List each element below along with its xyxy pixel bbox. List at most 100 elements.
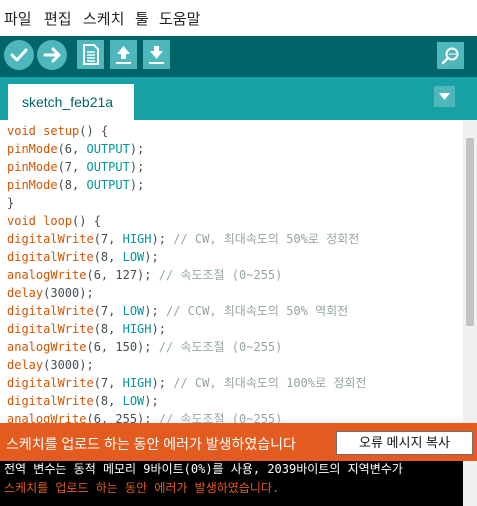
serial-monitor-button[interactable] (437, 42, 464, 69)
code-token: // 속도조절 (0~255) (151, 268, 283, 282)
check-icon (10, 48, 28, 62)
code-token: digitalWrite (7, 394, 94, 408)
code-token: LOW (122, 304, 145, 318)
code-token: ); (144, 250, 159, 264)
console-line-error: 스케치를 업로드 하는 동안 에러가 발생하였습니다. (4, 481, 280, 495)
code-token: OUTPUT (86, 142, 130, 156)
code-line: void setup() { (7, 122, 366, 140)
code-token: (7, (93, 232, 123, 246)
code-token: OUTPUT (86, 160, 130, 174)
status-message: 스케치를 업로드 하는 동안 에러가 발생하였습니다 (6, 436, 296, 452)
code-token: ); (144, 394, 159, 408)
menu-tools[interactable]: 툴 (135, 10, 149, 30)
code-token: ); (129, 142, 145, 156)
code-token: pinMode (7, 142, 58, 156)
tab-menu-button[interactable] (434, 86, 455, 107)
code-token: (6, 255); (86, 412, 152, 423)
code-line: pinMode(7, OUTPUT); (7, 158, 366, 176)
toolbar (0, 36, 477, 77)
code-line: delay(3000); (7, 284, 366, 302)
upload-button[interactable] (37, 40, 67, 70)
console-scrollbar[interactable] (463, 461, 477, 506)
menu-help[interactable]: 도움말 (159, 10, 200, 30)
code-token: setup (43, 124, 80, 138)
code-token: ); (129, 160, 145, 174)
code-token: (6, (57, 142, 87, 156)
magnifier-icon (441, 47, 459, 65)
code-line: digitalWrite(8, LOW); (7, 248, 366, 266)
code-line: pinMode(8, OUTPUT); (7, 176, 366, 194)
new-button[interactable] (77, 40, 104, 69)
console-line-memory: 전역 변수는 동적 메모리 9바이트(0%)를 사용, 2039바이트의 지역변… (4, 462, 403, 476)
code-token: ); (144, 304, 159, 318)
tab-strip: sketch_feb21a (0, 77, 477, 120)
code-token: // 속도조절 (0~255) (151, 412, 283, 423)
code-token: analogWrite (7, 412, 87, 423)
code-editor[interactable]: void setup() {pinMode(6, OUTPUT); pinMode… (0, 120, 477, 423)
code-token: pinMode (7, 160, 58, 174)
code-token: digitalWrite (7, 322, 94, 336)
code-line: } (7, 194, 366, 212)
menu-edit[interactable]: 편집 (44, 10, 72, 30)
code-token: analogWrite (7, 340, 87, 354)
code-token: (7, (93, 304, 123, 318)
code-line: digitalWrite(7, LOW); // CCW, 최대속도의 50% … (7, 302, 366, 320)
editor-scroll-thumb[interactable] (466, 138, 474, 326)
code-token: digitalWrite (7, 304, 94, 318)
save-button[interactable] (143, 40, 170, 69)
code-token: // CW, 최대속도의 100%로 정회전 (165, 376, 367, 390)
new-file-icon (83, 44, 99, 65)
code-line: analogWrite(6, 127); // 속도조절 (0~255) (7, 266, 366, 284)
code-token: (3000); (43, 286, 94, 300)
code-token: HIGH (122, 322, 152, 336)
console-output: 전역 변수는 동적 메모리 9바이트(0%)를 사용, 2039바이트의 지역변… (0, 461, 477, 506)
code-token: HIGH (122, 376, 152, 390)
code-token: void (7, 124, 36, 138)
verify-button[interactable] (4, 40, 34, 70)
open-button[interactable] (110, 40, 137, 69)
arrow-right-icon (43, 47, 61, 63)
triangle-down-icon (439, 93, 450, 100)
code-token: (3000); (43, 358, 94, 372)
code-token: (7, (93, 376, 123, 390)
menu-sketch[interactable]: 스케치 (83, 10, 124, 30)
code-token: digitalWrite (7, 232, 94, 246)
code-token: (8, (57, 178, 87, 192)
save-icon (149, 46, 164, 64)
code-token: (7, (57, 160, 87, 174)
code-token: ); (151, 376, 166, 390)
code-line: analogWrite(6, 150); // 속도조절 (0~255) (7, 338, 366, 356)
code-token: delay (7, 286, 44, 300)
tab-sketch[interactable]: sketch_feb21a (8, 84, 134, 120)
code-token: analogWrite (7, 268, 87, 282)
code-line: digitalWrite(8, HIGH); (7, 320, 366, 338)
code-token: pinMode (7, 178, 58, 192)
code-token: digitalWrite (7, 376, 94, 390)
code-line: delay(3000); (7, 356, 366, 374)
copy-error-button[interactable]: 오류 메시지 복사 (336, 431, 473, 455)
code-token: () { (79, 124, 109, 138)
code-token: void (7, 214, 36, 228)
menu-file[interactable]: 파일 (4, 10, 32, 30)
code-token: ); (151, 232, 166, 246)
code-text[interactable]: void setup() {pinMode(6, OUTPUT); pinMode… (7, 122, 366, 423)
code-line: pinMode(6, OUTPUT); (7, 140, 366, 158)
code-token: (8, (93, 322, 123, 336)
code-line: digitalWrite(7, HIGH); // CW, 최대속도의 100%… (7, 374, 366, 392)
code-token: digitalWrite (7, 250, 94, 264)
code-line: void loop() { (7, 212, 366, 230)
tab-label: sketch_feb21a (22, 94, 114, 110)
code-token: ); (151, 322, 166, 336)
code-token: HIGH (122, 232, 152, 246)
code-token: LOW (122, 394, 145, 408)
code-token: (6, 150); (86, 340, 152, 354)
code-token: // CCW, 최대속도의 50% 역회전 (158, 304, 349, 318)
code-token: () { (72, 214, 101, 228)
code-token: loop (43, 214, 73, 228)
code-token: delay (7, 358, 44, 372)
code-token: } (7, 196, 15, 210)
code-token: (8, (93, 394, 123, 408)
code-token: OUTPUT (86, 178, 130, 192)
code-token: ); (129, 178, 145, 192)
code-token: (6, 127); (86, 268, 152, 282)
